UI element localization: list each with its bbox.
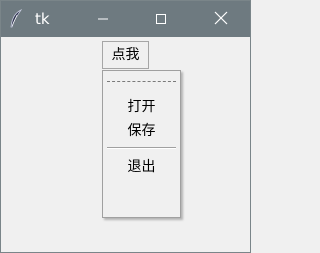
window-title: tk — [35, 10, 50, 28]
tk-window: tk 点我 打开 保存 退出 — [0, 0, 251, 253]
minimize-icon — [97, 10, 109, 29]
menu-tearoff[interactable] — [107, 81, 176, 82]
menubutton[interactable]: 点我 — [102, 41, 149, 69]
title-bar[interactable]: tk — [1, 1, 250, 37]
maximize-button[interactable] — [138, 1, 184, 37]
menu-separator — [107, 147, 176, 149]
minimize-button[interactable] — [80, 1, 126, 37]
menu-item-save[interactable]: 保存 — [103, 119, 180, 143]
menu-item-quit[interactable]: 退出 — [103, 155, 180, 179]
close-icon — [214, 10, 228, 29]
maximize-icon — [155, 10, 167, 29]
window-client-area: 点我 打开 保存 退出 — [1, 37, 250, 252]
feather-icon — [9, 8, 23, 29]
menu-item-open[interactable]: 打开 — [103, 95, 180, 119]
close-button[interactable] — [198, 1, 244, 37]
dropdown-menu: 打开 保存 退出 — [102, 70, 181, 218]
